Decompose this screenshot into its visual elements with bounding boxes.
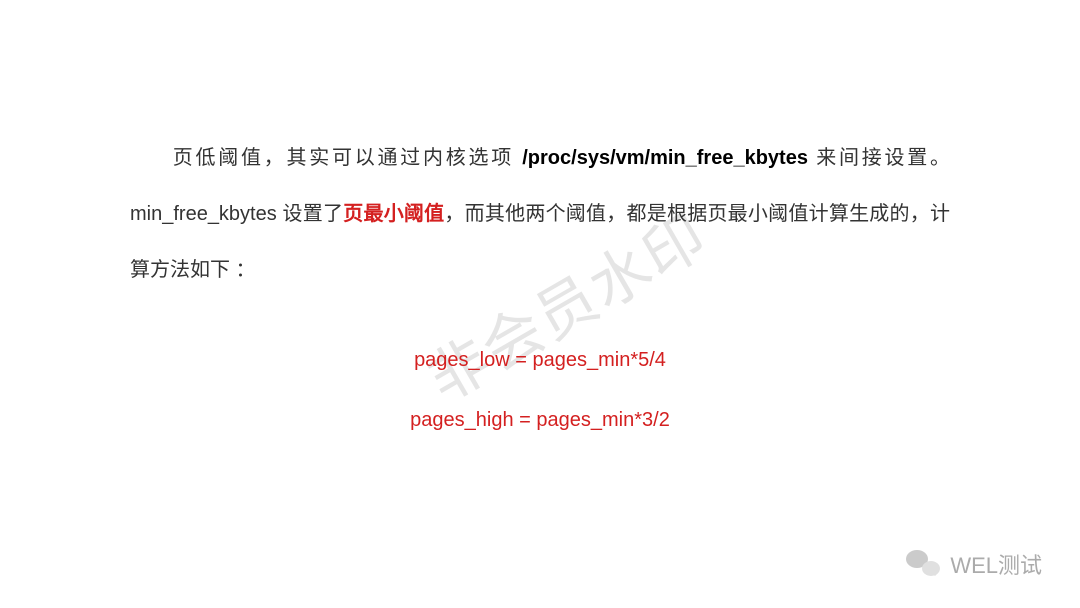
- footer-brand-text: WEL测试: [950, 548, 1042, 580]
- main-paragraph: 页低阈值，其实可以通过内核选项 /proc/sys/vm/min_free_kb…: [130, 130, 950, 298]
- formula-line-2: pages_high = pages_min*3/2: [130, 390, 950, 450]
- red-keyword-text: 页最小阈值: [343, 203, 444, 225]
- formula-block: pages_low = pages_min*5/4 pages_high = p…: [130, 330, 950, 450]
- document-content: 页低阈值，其实可以通过内核选项 /proc/sys/vm/min_free_kb…: [0, 0, 1080, 450]
- wechat-icon: [906, 550, 940, 578]
- kernel-path-text: /proc/sys/vm/min_free_kbytes: [522, 147, 808, 169]
- text-part-a: 页低阈值，其实可以通过内核选项: [170, 147, 522, 169]
- formula-line-1: pages_low = pages_min*5/4: [130, 330, 950, 390]
- footer-brand: WEL测试: [906, 548, 1042, 580]
